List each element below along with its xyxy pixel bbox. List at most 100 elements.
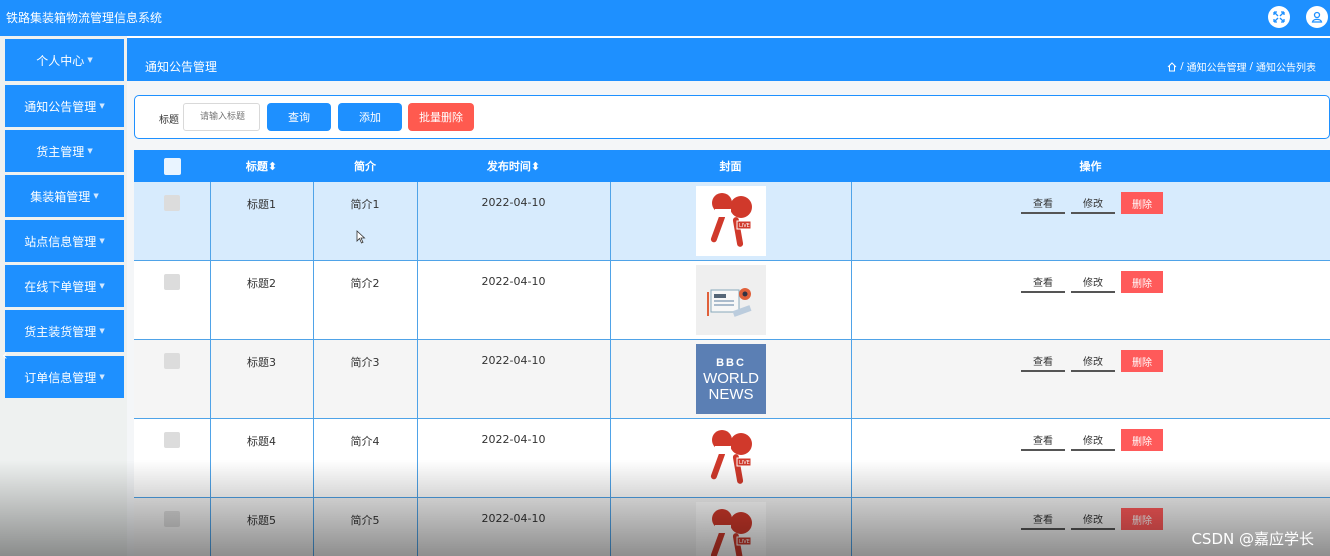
column-date-label: 发布时间 bbox=[486, 160, 531, 173]
table-row[interactable]: 标题3 简介3 2022-04-10 BBC WORLD NEWS 查看 修改 … bbox=[134, 340, 1330, 419]
row-intro: 简介5 bbox=[350, 514, 380, 527]
bbc-logo-text: NEWS bbox=[708, 386, 754, 403]
table-header: 标题 ⬍ 简介 发布时间 ⬍ 封面 操作 bbox=[134, 150, 1330, 182]
page-title: 通知公告管理 bbox=[145, 60, 218, 74]
home-icon[interactable] bbox=[1167, 61, 1177, 72]
delete-button[interactable]: 删除 bbox=[1121, 271, 1163, 293]
table-row[interactable]: 标题5 简介5 2022-04-10 LIVE 查看 修改 删除 bbox=[134, 498, 1330, 556]
microphone-live-icon: LIVE bbox=[696, 186, 766, 256]
view-button[interactable]: 查看 bbox=[1021, 429, 1065, 451]
column-header-title[interactable]: 标题 ⬍ bbox=[210, 150, 313, 182]
title-search-input[interactable] bbox=[183, 103, 260, 131]
sidebar-item-label: 货主管理 bbox=[36, 144, 85, 159]
breadcrumb-separator: / bbox=[1249, 61, 1253, 72]
sidebar-item-label: 个人中心 bbox=[36, 53, 85, 68]
row-title: 标题2 bbox=[247, 277, 276, 290]
table-row[interactable]: 标题2 简介2 2022-04-10 查看 修改 删除 bbox=[134, 261, 1330, 340]
sidebar-item-label: 集装箱管理 bbox=[30, 189, 91, 204]
fullscreen-icon[interactable] bbox=[1268, 6, 1290, 28]
sidebar-item-notice[interactable]: 通知公告管理 ▼ bbox=[5, 85, 124, 127]
sidebar-item-order-info[interactable]: 订单信息管理 ▼ bbox=[5, 356, 124, 398]
edit-button[interactable]: 修改 bbox=[1071, 192, 1115, 214]
svg-text:LIVE: LIVE bbox=[739, 460, 750, 466]
svg-text:LIVE: LIVE bbox=[739, 223, 750, 229]
batch-delete-button[interactable]: 批量删除 bbox=[408, 103, 474, 131]
chevron-down-icon: ▼ bbox=[93, 192, 99, 200]
chevron-down-icon: ▼ bbox=[99, 282, 105, 290]
chevron-down-icon: ▼ bbox=[99, 327, 105, 335]
chevron-down-icon: ▼ bbox=[99, 102, 105, 110]
column-header-cover: 封面 bbox=[610, 150, 851, 182]
table-row[interactable]: 标题4 简介4 2022-04-10 LIVE 查看 修改 删除 bbox=[134, 419, 1330, 498]
row-checkbox[interactable] bbox=[164, 511, 180, 527]
bbc-logo-text: BBC bbox=[716, 357, 746, 369]
breadcrumb-item: 通知公告列表 bbox=[1256, 63, 1316, 74]
edit-button[interactable]: 修改 bbox=[1071, 350, 1115, 372]
sidebar-item-label: 订单信息管理 bbox=[24, 370, 97, 385]
mouse-cursor-icon bbox=[356, 230, 366, 244]
delete-button[interactable]: 删除 bbox=[1121, 192, 1163, 214]
row-checkbox[interactable] bbox=[164, 195, 180, 211]
app-title: 铁路集装箱物流管理信息系统 bbox=[6, 11, 163, 25]
top-bar: 铁路集装箱物流管理信息系统 bbox=[0, 0, 1330, 36]
chevron-down-icon: ▼ bbox=[87, 56, 93, 64]
breadcrumb-separator: / bbox=[1180, 61, 1184, 72]
column-header-intro: 简介 bbox=[313, 150, 417, 182]
delete-button[interactable]: 删除 bbox=[1121, 508, 1163, 530]
chevron-left-icon[interactable]: ‹ bbox=[2, 348, 8, 364]
row-intro: 简介1 bbox=[350, 198, 380, 211]
microphone-live-icon: LIVE bbox=[696, 502, 766, 556]
row-date: 2022-04-10 bbox=[481, 196, 546, 209]
breadcrumb-item[interactable]: 通知公告管理 bbox=[1187, 59, 1247, 74]
view-button[interactable]: 查看 bbox=[1021, 192, 1065, 214]
sidebar-item-shipper[interactable]: 货主管理 ▼ bbox=[5, 130, 124, 172]
chevron-down-icon: ▼ bbox=[99, 373, 105, 381]
column-actions-label: 操作 bbox=[1079, 160, 1102, 173]
user-icon[interactable] bbox=[1306, 6, 1328, 28]
page-header: 通知公告管理 / 通知公告管理 / 通知公告列表 bbox=[127, 36, 1330, 81]
table-row[interactable]: 标题1 简介1 2022-04-10 LIVE 查看 修改 删除 bbox=[134, 182, 1330, 261]
sidebar-item-label: 站点信息管理 bbox=[24, 234, 97, 249]
row-date: 2022-04-10 bbox=[481, 354, 546, 367]
edit-button[interactable]: 修改 bbox=[1071, 271, 1115, 293]
breadcrumb: / 通知公告管理 / 通知公告列表 bbox=[1167, 59, 1316, 74]
edit-button[interactable]: 修改 bbox=[1071, 508, 1115, 530]
column-intro-label: 简介 bbox=[354, 160, 376, 173]
sort-icon: ⬍ bbox=[267, 159, 278, 173]
sidebar-item-personal-center[interactable]: 个人中心 ▼ bbox=[5, 39, 124, 81]
bbc-world-news-logo: BBC WORLD NEWS bbox=[696, 344, 766, 414]
row-date: 2022-04-10 bbox=[481, 275, 546, 288]
view-button[interactable]: 查看 bbox=[1021, 271, 1065, 293]
svg-text:LIVE: LIVE bbox=[739, 539, 750, 545]
watermark: CSDN @嘉应学长 bbox=[1191, 530, 1314, 548]
select-all-cell bbox=[134, 150, 210, 182]
row-date: 2022-04-10 bbox=[481, 433, 546, 446]
row-checkbox[interactable] bbox=[164, 353, 180, 369]
sidebar-item-label: 货主装货管理 bbox=[24, 324, 97, 339]
row-date: 2022-04-10 bbox=[481, 512, 546, 525]
row-checkbox[interactable] bbox=[164, 432, 180, 448]
column-header-date[interactable]: 发布时间 ⬍ bbox=[417, 150, 610, 182]
row-intro: 简介4 bbox=[350, 435, 380, 448]
newspaper-icon bbox=[696, 265, 766, 335]
view-button[interactable]: 查看 bbox=[1021, 508, 1065, 530]
sidebar-item-loading[interactable]: 货主装货管理 ▼ bbox=[5, 310, 124, 352]
sidebar-item-online-order[interactable]: 在线下单管理 ▼ bbox=[5, 265, 124, 307]
delete-button[interactable]: 删除 bbox=[1121, 429, 1163, 451]
row-intro: 简介3 bbox=[350, 356, 380, 369]
chevron-down-icon: ▼ bbox=[87, 147, 93, 155]
column-cover-label: 封面 bbox=[719, 160, 742, 173]
delete-button[interactable]: 删除 bbox=[1121, 350, 1163, 372]
sort-icon: ⬍ bbox=[530, 159, 541, 173]
select-all-checkbox[interactable] bbox=[163, 157, 181, 175]
add-button[interactable]: 添加 bbox=[338, 103, 402, 131]
sidebar-item-container[interactable]: 集装箱管理 ▼ bbox=[5, 175, 124, 217]
row-checkbox[interactable] bbox=[164, 274, 180, 290]
row-title: 标题3 bbox=[247, 356, 276, 369]
edit-button[interactable]: 修改 bbox=[1071, 429, 1115, 451]
title-filter-label: 标题 bbox=[159, 115, 179, 126]
column-title-label: 标题 bbox=[245, 160, 268, 173]
sidebar-item-station[interactable]: 站点信息管理 ▼ bbox=[5, 220, 124, 262]
query-button[interactable]: 查询 bbox=[267, 103, 331, 131]
view-button[interactable]: 查看 bbox=[1021, 350, 1065, 372]
